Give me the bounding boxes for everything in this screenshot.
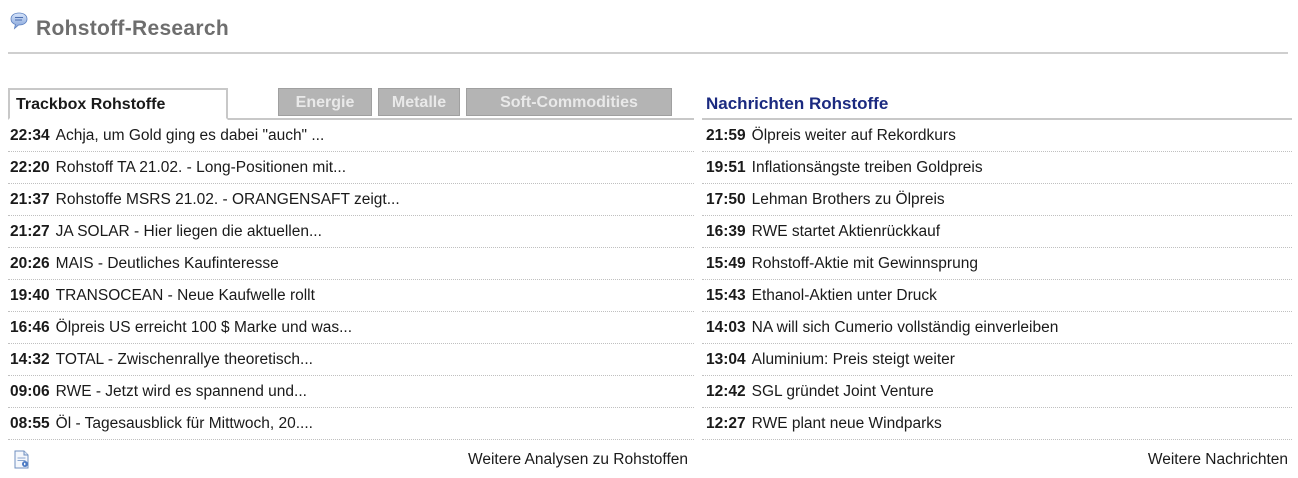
item-text: Rohstoff TA 21.02. - Long-Positionen mit…	[55, 159, 347, 176]
item-text: JA SOLAR - Hier liegen die aktuellen...	[55, 223, 322, 240]
trackbox-footer: Weitere Analysen zu Rohstoffen	[8, 448, 694, 472]
item-text: Ölpreis weiter auf Rekordkurs	[751, 127, 956, 144]
item-text: RWE plant neue Windparks	[751, 415, 942, 432]
list-item[interactable]: 22:20 Rohstoff TA 21.02. - Long-Positione…	[8, 152, 694, 184]
item-time: 21:37	[10, 191, 50, 208]
item-text: RWE startet Aktienrückkauf	[751, 223, 941, 240]
list-item[interactable]: 21:37 Rohstoffe MSRS 21.02. - ORANGENSAFT…	[8, 184, 694, 216]
document-icon[interactable]	[14, 450, 30, 469]
item-time: 21:59	[706, 127, 746, 144]
item-text: MAIS - Deutliches Kaufinteresse	[55, 255, 279, 272]
item-time: 14:03	[706, 319, 746, 336]
item-text: Rohstoffe MSRS 21.02. - ORANGENSAFT zeig…	[55, 191, 400, 208]
item-text: NA will sich Cumerio vollständig einverl…	[751, 319, 1059, 336]
news-item[interactable]: 15:49 Rohstoff-Aktie mit Gewinnsprung	[702, 248, 1292, 280]
item-time: 22:34	[10, 127, 50, 144]
list-item[interactable]: 22:34 Achja, um Gold ging es dabei "auch"…	[8, 120, 694, 152]
page-title: Rohstoff-Research	[36, 17, 229, 40]
item-time: 20:26	[10, 255, 50, 272]
news-panel: Nachrichten Rohstoffe 21:59 Ölpreis weite…	[702, 88, 1292, 440]
tab-trackbox-rohstoffe[interactable]: Trackbox Rohstoffe	[8, 88, 228, 120]
item-text: TRANSOCEAN - Neue Kaufwelle rollt	[55, 287, 315, 304]
news-title: Nachrichten Rohstoffe	[702, 88, 1292, 120]
item-time: 19:40	[10, 287, 50, 304]
item-time: 13:04	[706, 351, 746, 368]
list-item[interactable]: 08:55 Öl - Tagesausblick für Mittwoch, 20…	[8, 408, 694, 440]
news-item[interactable]: 13:04 Aluminium: Preis steigt weiter	[702, 344, 1292, 376]
item-time: 15:49	[706, 255, 746, 272]
item-text: SGL gründet Joint Venture	[751, 383, 934, 400]
more-analyses-link[interactable]: Weitere Analysen zu Rohstoffen	[468, 451, 688, 469]
item-time: 16:46	[10, 319, 50, 336]
news-item[interactable]: 12:27 RWE plant neue Windparks	[702, 408, 1292, 440]
news-item[interactable]: 15:43 Ethanol-Aktien unter Druck	[702, 280, 1292, 312]
item-time: 16:39	[706, 223, 746, 240]
item-time: 09:06	[10, 383, 50, 400]
tab-bar: Trackbox Rohstoffe Energie Metalle Soft-…	[8, 88, 694, 120]
list-item[interactable]: 20:26 MAIS - Deutliches Kaufinteresse	[8, 248, 694, 280]
news-item[interactable]: 21:59 Ölpreis weiter auf Rekordkurs	[702, 120, 1292, 152]
item-time: 21:27	[10, 223, 50, 240]
list-item[interactable]: 16:46 Ölpreis US erreicht 100 $ Marke und…	[8, 312, 694, 344]
item-text: Inflationsängste treiben Goldpreis	[751, 159, 983, 176]
news-list: 21:59 Ölpreis weiter auf Rekordkurs 19:51…	[702, 120, 1292, 440]
item-time: 14:32	[10, 351, 50, 368]
tab-metalle[interactable]: Metalle	[378, 88, 460, 116]
list-item[interactable]: 14:32 TOTAL - Zwischenrallye theoretisch.…	[8, 344, 694, 376]
news-item[interactable]: 14:03 NA will sich Cumerio vollständig ei…	[702, 312, 1292, 344]
item-text: Öl - Tagesausblick für Mittwoch, 20....	[55, 415, 313, 432]
item-text: Achja, um Gold ging es dabei "auch" ...	[55, 127, 325, 144]
item-time: 12:27	[706, 415, 746, 432]
list-item[interactable]: 09:06 RWE - Jetzt wird es spannend und...	[8, 376, 694, 408]
item-text: Rohstoff-Aktie mit Gewinnsprung	[751, 255, 978, 272]
item-text: Ölpreis US erreicht 100 $ Marke und was.…	[55, 319, 353, 336]
item-text: RWE - Jetzt wird es spannend und...	[55, 383, 307, 400]
item-text: TOTAL - Zwischenrallye theoretisch...	[55, 351, 313, 368]
item-text: Lehman Brothers zu Ölpreis	[751, 191, 945, 208]
news-item[interactable]: 16:39 RWE startet Aktienrückkauf	[702, 216, 1292, 248]
item-time: 19:51	[706, 159, 746, 176]
item-time: 22:20	[10, 159, 50, 176]
item-time: 08:55	[10, 415, 50, 432]
item-time: 15:43	[706, 287, 746, 304]
news-item[interactable]: 17:50 Lehman Brothers zu Ölpreis	[702, 184, 1292, 216]
trackbox-list: 22:34 Achja, um Gold ging es dabei "auch"…	[8, 120, 694, 440]
item-text: Ethanol-Aktien unter Druck	[751, 287, 937, 304]
tab-soft-commodities[interactable]: Soft-Commodities	[466, 88, 672, 116]
item-time: 17:50	[706, 191, 746, 208]
tab-energie[interactable]: Energie	[278, 88, 372, 116]
news-item[interactable]: 12:42 SGL gründet Joint Venture	[702, 376, 1292, 408]
item-text: Aluminium: Preis steigt weiter	[751, 351, 955, 368]
section-header: Rohstoff-Research	[8, 8, 1288, 54]
page: Rohstoff-Research Trackbox Rohstoffe Ene…	[0, 0, 1298, 478]
list-item[interactable]: 19:40 TRANSOCEAN - Neue Kaufwelle rollt	[8, 280, 694, 312]
list-item[interactable]: 21:27 JA SOLAR - Hier liegen die aktuelle…	[8, 216, 694, 248]
item-time: 12:42	[706, 383, 746, 400]
news-item[interactable]: 19:51 Inflationsängste treiben Goldpreis	[702, 152, 1292, 184]
speech-bubble-icon	[10, 12, 28, 30]
trackbox-panel: Trackbox Rohstoffe Energie Metalle Soft-…	[8, 88, 694, 440]
more-news-link[interactable]: Weitere Nachrichten	[1148, 451, 1288, 469]
news-footer: Weitere Nachrichten	[702, 448, 1292, 472]
